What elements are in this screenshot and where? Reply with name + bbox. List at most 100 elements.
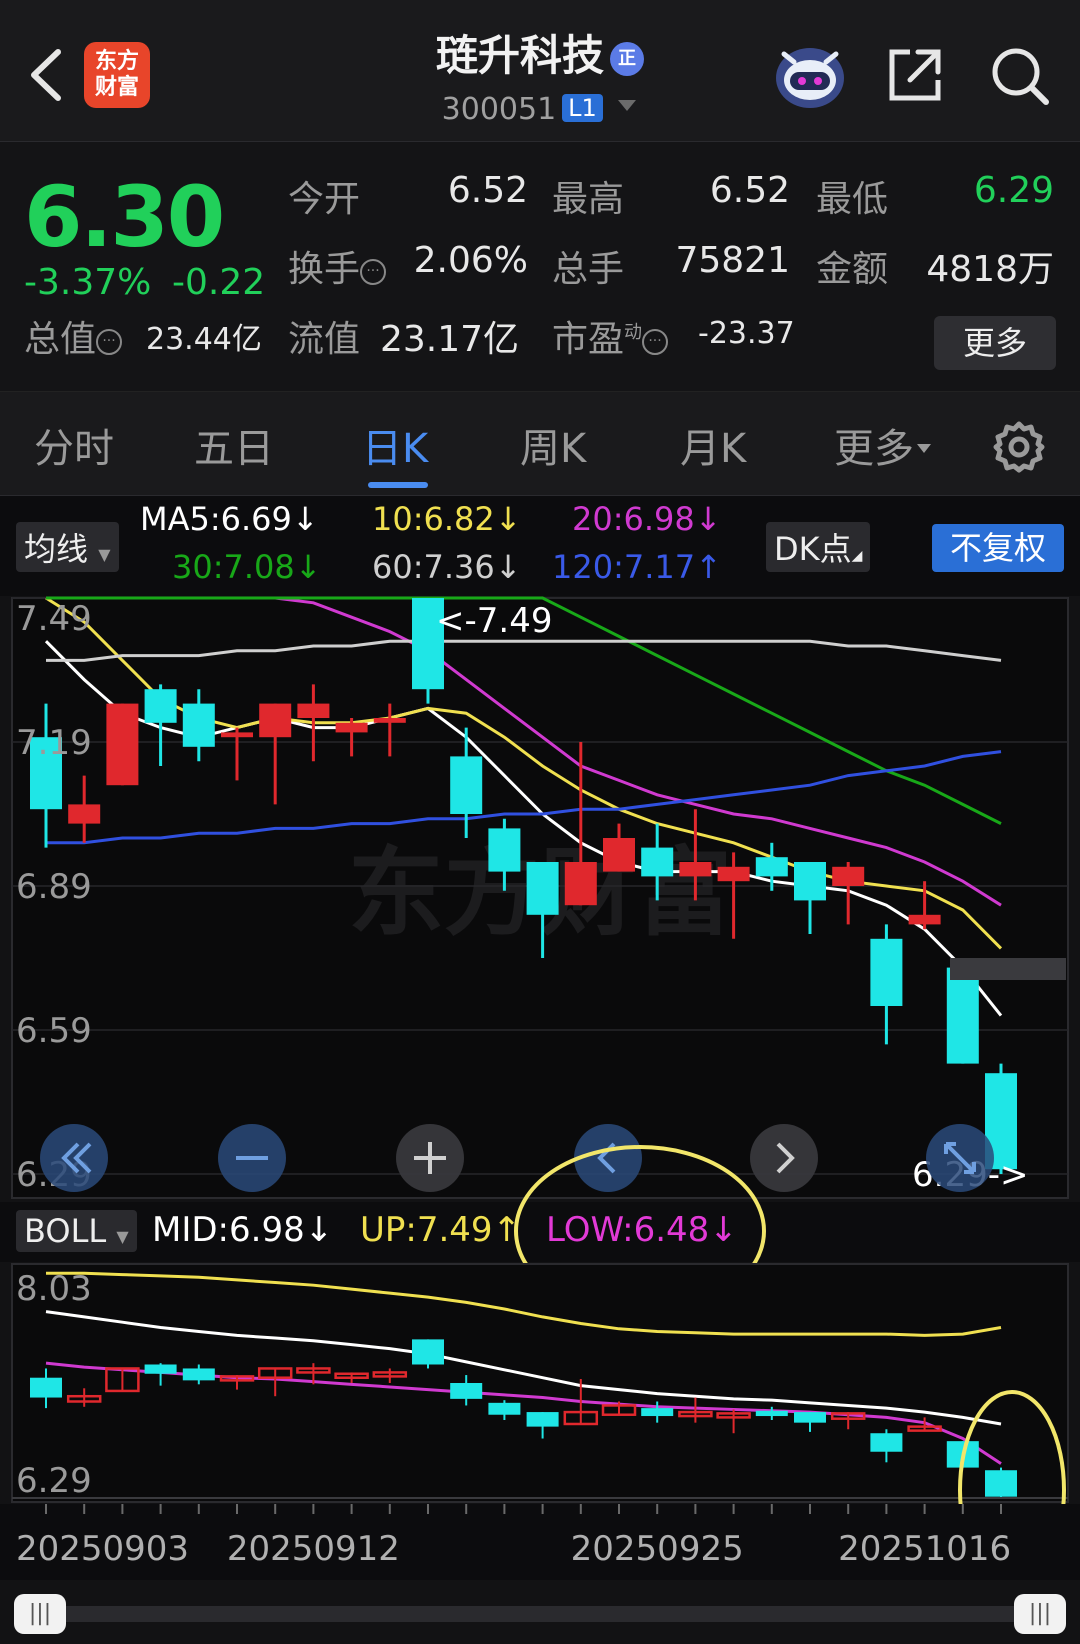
boll-indicator-selector[interactable]: BOLL ▼ [16,1210,137,1252]
change-percent: -3.37% [24,262,152,303]
candle-body [144,689,177,723]
candle-body [182,703,215,747]
zoom-out-button[interactable] [218,1124,286,1192]
boll-candle-body [755,1410,788,1417]
pe-superscript: 动 [624,322,643,343]
y-tick-label: 6.59 [16,1011,92,1051]
robot-assistant-icon[interactable] [772,40,848,112]
more-quote-button[interactable]: 更多 [934,316,1056,370]
scroll-right-button[interactable] [750,1124,818,1192]
boll-candle-body [488,1402,521,1415]
ma30-value: 30:7.08↓ [172,548,322,586]
boll-y-tick-label: 8.03 [16,1269,92,1309]
tab-intraday[interactable]: 分时 [34,416,114,474]
candle-body [221,732,253,738]
amount-label: 金额 [816,249,889,290]
candle-body [946,967,979,1064]
tab-more[interactable]: 更多 [834,416,932,474]
boll-y-tick-label: 6.29 [16,1461,92,1501]
candle-body [526,862,559,915]
boll-candle-body [30,1377,62,1398]
boll-candle-body [641,1408,674,1417]
high-label: 最高 [552,179,625,220]
volume-value: 75821 [675,240,790,281]
low-label: 最低 [816,179,889,220]
candle-body [679,862,712,877]
boll-frame [11,1263,1069,1503]
turnover-value: 2.06% [413,240,528,281]
stock-name: 琏升科技 [435,31,604,80]
open-value: 6.52 [447,170,528,211]
current-price-highlight [950,958,1066,980]
open-label: 今开 [288,179,361,220]
float-cap-value: 23.17亿 [380,319,520,360]
scrollbar-track [20,1606,1060,1622]
candle-body [488,828,521,872]
candle-body [641,847,674,877]
x-tick-label: 20250912 [227,1529,400,1569]
market-cap-value: 23.44亿 [146,322,262,357]
candle-body [335,722,368,733]
scrollbar-left-handle[interactable]: ||| [14,1594,66,1634]
gear-icon[interactable] [992,420,1046,474]
tab-weekly-k[interactable]: 周K [520,416,586,474]
zoom-in-button[interactable] [396,1124,464,1192]
info-icon[interactable]: ··· [360,259,387,285]
level-badge: L1 [562,94,603,122]
boll-chart[interactable]: 8.03 6.29 [0,1262,1080,1504]
timeline-scrollbar[interactable]: ||| ||| [0,1580,1080,1644]
high-value: 6.52 [709,170,790,211]
candle-body [832,866,865,886]
market-cap-label: 总值 ··· [24,310,123,362]
candle-body [259,703,292,738]
boll-candle-body [412,1339,444,1365]
tab-monthly-k[interactable]: 月K [680,416,746,474]
adjust-mode-button[interactable]: 不复权 [932,524,1064,572]
scroll-left-button[interactable] [574,1124,642,1192]
pe-label: 市盈动 ··· [552,310,669,362]
tab-five-day[interactable]: 五日 [194,416,274,474]
candle-body [106,703,139,786]
info-icon[interactable]: ··· [96,329,123,355]
share-icon[interactable] [884,44,946,106]
dk-point-button[interactable]: DK点◢ [766,522,871,572]
boll-low-value: LOW:6.48↓ [546,1210,738,1250]
ma120-value: 120:7.17↑ [552,548,722,586]
x-tick-label: 20251016 [838,1529,1011,1569]
app-header: 东方 财富 琏升科技正 300051 L1 [0,0,1080,142]
candlestick-chart[interactable]: 东方财富 7.497.196.896.596.29 <-7.49 6.29-> [0,596,1080,1200]
stock-code: 300051 [441,92,557,127]
boll-candle-body [182,1368,215,1381]
period-tabs: 分时 五日 日K 周K 月K 更多 [0,392,1080,496]
boll-candle-body [450,1383,483,1399]
tab-daily-k[interactable]: 日K [362,416,428,474]
info-icon[interactable]: ··· [642,329,669,355]
indicator-selector[interactable]: 均线 ▼ [16,522,119,572]
candle-body [373,718,406,723]
dropdown-caret-icon [618,100,637,111]
ma20-value: 20:6.98↓ [572,500,722,538]
active-tab-indicator [368,482,428,488]
boll-mid-value: MID:6.98↓ [152,1210,334,1250]
scrollbar-right-handle[interactable]: ||| [1014,1594,1066,1634]
y-tick-label: 7.49 [16,599,92,639]
x-tick-label: 20250925 [571,1529,744,1569]
y-tick-label: 7.19 [16,723,92,763]
candle-body [450,756,483,814]
candle-body [603,838,635,872]
candle-body [794,862,826,901]
boll-legend: BOLL ▼ MID:6.98↓ UP:7.49↑ LOW:6.48↓ [0,1202,1080,1262]
boll-up-value: UP:7.49↑ [360,1210,522,1250]
boll-candle-body [946,1441,979,1468]
x-tick-label: 20250903 [16,1529,189,1569]
candle-body [755,857,788,877]
search-icon[interactable] [988,44,1052,108]
scroll-left-fast-button[interactable] [40,1124,108,1192]
candle-body [68,804,101,824]
fullscreen-button[interactable] [926,1124,994,1192]
boll-candle-body [985,1470,1017,1497]
amount-value: 4818万 [926,249,1054,290]
max-price-marker: <-7.49 [436,601,552,641]
candle-body [297,703,330,718]
quote-panel: 6.30 -3.37% -0.22 今开 6.52 最高 6.52 最低 6.2… [0,142,1080,392]
